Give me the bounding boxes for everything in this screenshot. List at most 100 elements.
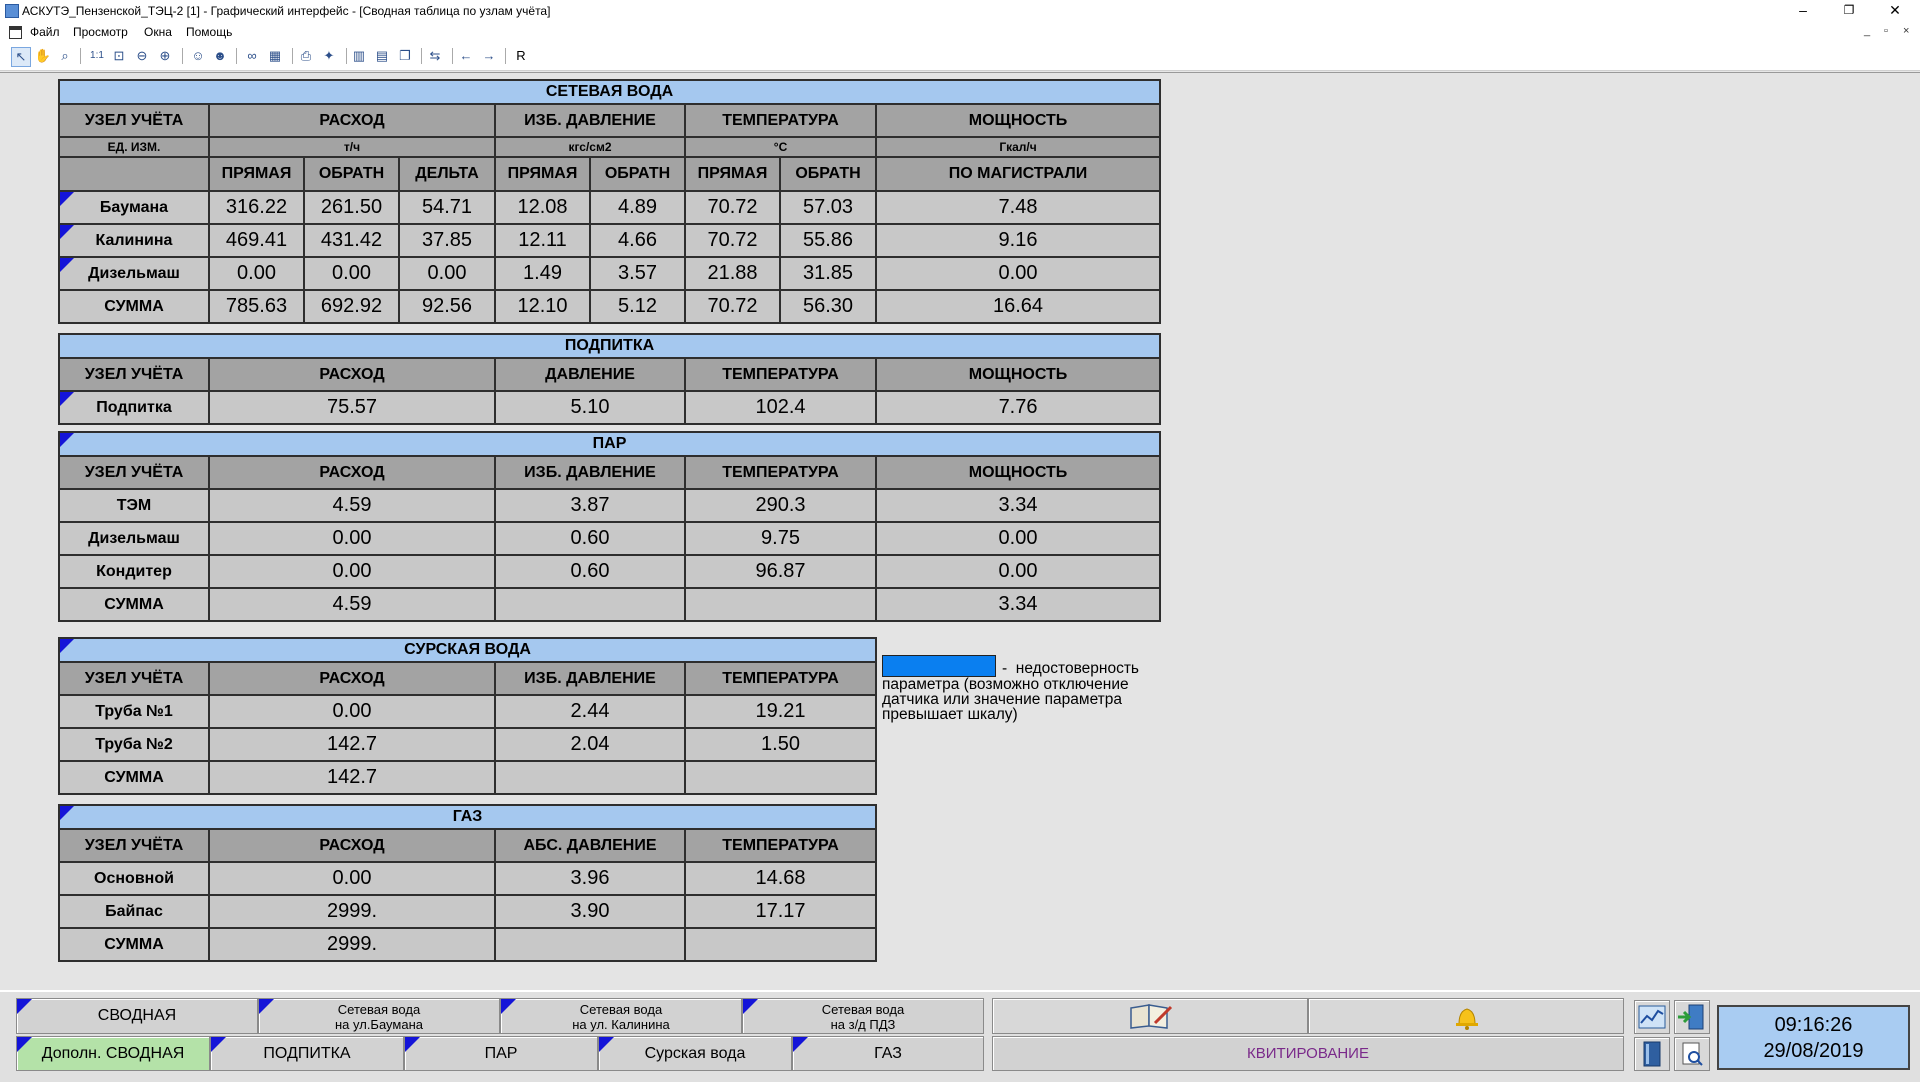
zoom-fit-icon[interactable]: ⊡ <box>110 47 128 65</box>
reports-button[interactable] <box>1634 1037 1670 1071</box>
unit-pressure: кгс/см2 <box>494 136 686 158</box>
steam-table: ПАР УЗЕЛ УЧЁТА РАСХОД ИЗБ. ДАВЛЕНИЕ ТЕМП… <box>57 431 1162 622</box>
mdi-close-button[interactable]: × <box>1903 25 1909 37</box>
value-cell: 4.89 <box>589 190 686 225</box>
tile-horizontal-icon[interactable]: ▤ <box>373 47 391 65</box>
zoom-out-icon[interactable]: ⊖ <box>133 47 151 65</box>
row-name-cell: СУММА <box>58 927 210 962</box>
column-header-temperature: ТЕМПЕРАТУРА <box>683 661 878 696</box>
row-name-cell: Труба №2 <box>58 727 210 762</box>
nav-net-kalinina-button[interactable]: Сетевая вода на ул. Калинина <box>500 998 742 1034</box>
mdi-minimize-button[interactable]: _ <box>1864 25 1870 37</box>
menu-file[interactable]: Файл <box>30 25 60 39</box>
nav-net-pdz-button[interactable]: Сетевая вода на з/д ПДЗ <box>742 998 984 1034</box>
status-flag-icon <box>60 639 74 653</box>
row-name-cell[interactable]: Калинина <box>58 223 210 258</box>
value-cell: 9.75 <box>684 521 877 556</box>
steam-title: ПАР <box>592 435 627 452</box>
close-button[interactable]: ✕ <box>1872 0 1918 22</box>
value-cell: 5.12 <box>589 289 686 324</box>
row-name-cell[interactable]: Подпитка <box>58 390 210 425</box>
unit-power: Гкал/ч <box>874 136 1162 158</box>
value-cell: 469.41 <box>208 223 305 258</box>
gas-title-cell[interactable]: ГАЗ <box>57 804 878 830</box>
status-flag-icon <box>60 392 74 406</box>
print-icon[interactable]: ⎙ <box>297 47 315 65</box>
value-cell: 12.08 <box>494 190 591 225</box>
user-search-icon[interactable]: ☺ <box>189 47 207 65</box>
binoculars-icon[interactable]: ∞ <box>243 47 261 65</box>
column-header-power: МОЩНОСТЬ <box>874 455 1162 490</box>
status-flag-icon <box>211 1037 226 1052</box>
table-row: Подпитка 75.57 5.10 102.4 7.76 <box>58 390 1162 425</box>
trend-button[interactable] <box>1634 1000 1670 1034</box>
zoom-in-icon[interactable]: ⊕ <box>156 47 174 65</box>
status-flag-icon <box>405 1037 420 1052</box>
zoom-actual-size-icon[interactable]: 1:1 <box>88 47 106 65</box>
nav-net-baumana-button[interactable]: Сетевая вода на ул.Баумана <box>258 998 500 1034</box>
row-name: Баумана <box>99 198 169 216</box>
calculator-icon[interactable]: ▦ <box>266 47 284 65</box>
table-row: Труба №1 0.00 2.44 19.21 <box>58 694 878 729</box>
journal-button[interactable] <box>992 998 1308 1034</box>
pointer-icon[interactable]: ↖ <box>11 47 31 67</box>
net-water-table: СЕТЕВАЯ ВОДА УЗЕЛ УЧЁТА РАСХОД ИЗБ. ДАВЛ… <box>57 79 1162 324</box>
menu-windows[interactable]: Окна <box>144 25 172 39</box>
lightbulb-icon[interactable]: ✦ <box>320 47 338 65</box>
document-system-icon[interactable] <box>9 26 22 39</box>
value-cell: 70.72 <box>684 289 781 324</box>
forward-arrow-icon[interactable]: → <box>480 47 498 65</box>
mdi-restore-button[interactable]: ▫ <box>1884 25 1888 37</box>
row-name-cell[interactable]: Баумана <box>58 190 210 225</box>
acknowledge-button[interactable]: КВИТИРОВАНИЕ <box>992 1036 1624 1071</box>
switch-window-icon[interactable]: ⇆ <box>426 47 444 65</box>
subheader-flow-direct: ПРЯМАЯ <box>208 156 305 192</box>
journal-icon <box>1130 1004 1173 1029</box>
row-name-cell[interactable]: Дизельмаш <box>58 256 210 291</box>
nav-gas-button[interactable]: ГАЗ <box>792 1036 984 1071</box>
column-header-node: УЗЕЛ УЧЁТА <box>58 661 210 696</box>
menu-view[interactable]: Просмотр <box>73 25 128 39</box>
nav-makeup-button[interactable]: ПОДПИТКА <box>210 1036 404 1071</box>
user-settings-icon[interactable]: ☻ <box>211 47 229 65</box>
preview-button[interactable] <box>1674 1037 1710 1071</box>
table-row: Дизельмаш 0.00 0.00 0.00 1.49 3.57 21.88… <box>58 256 1162 291</box>
refresh-r-button[interactable]: R <box>512 47 530 65</box>
tile-vertical-icon[interactable]: ▥ <box>350 47 368 65</box>
value-cell: 92.56 <box>398 289 496 324</box>
restore-button[interactable]: ❐ <box>1826 0 1872 22</box>
back-arrow-icon[interactable]: ← <box>457 47 475 65</box>
status-flag-icon <box>60 192 74 206</box>
value-cell: 0.00 <box>208 694 496 729</box>
nav-sura-button[interactable]: Сурская вода <box>598 1036 792 1071</box>
row-name-cell: Дизельмаш <box>58 521 210 556</box>
unit-temperature: °С <box>684 136 877 158</box>
value-cell: 2.04 <box>494 727 686 762</box>
value-cell: 3.34 <box>874 488 1162 523</box>
table-row: Калинина 469.41 431.42 37.85 12.11 4.66 … <box>58 223 1162 258</box>
value-cell: 14.68 <box>683 861 878 896</box>
alarm-button[interactable] <box>1308 998 1624 1034</box>
title-bar: АСКУТЭ_Пензенской_ТЭЦ-2 [1] - Графически… <box>0 0 1920 22</box>
steam-title-cell[interactable]: ПАР <box>57 431 1162 457</box>
nav-extra-summary-button[interactable]: Дополн. СВОДНАЯ <box>16 1036 210 1071</box>
sura-title-cell[interactable]: СУРСКАЯ ВОДА <box>57 637 878 663</box>
nav-steam-button[interactable]: ПАР <box>404 1036 598 1071</box>
hand-icon[interactable]: ✋ <box>34 47 52 65</box>
toolbar-separator <box>452 48 453 64</box>
status-flag-icon <box>17 1037 32 1052</box>
exit-button[interactable] <box>1674 1000 1710 1034</box>
minimize-button[interactable]: – <box>1780 0 1826 22</box>
cascade-icon[interactable]: ❐ <box>396 47 414 65</box>
nav-summary-button[interactable]: СВОДНАЯ <box>16 998 258 1034</box>
value-cell: 37.85 <box>398 223 496 258</box>
value-cell: 56.30 <box>779 289 877 324</box>
row-name-cell: Байпас <box>58 894 210 929</box>
nav-sura-label: Сурская вода <box>644 1045 746 1062</box>
magnifier-icon[interactable]: ⌕ <box>56 47 74 65</box>
subheader-pressure-return: ОБРАТН <box>589 156 686 192</box>
value-cell: 75.57 <box>208 390 496 425</box>
menu-help[interactable]: Помощь <box>186 25 232 39</box>
table-row: ТЭМ 4.59 3.87 290.3 3.34 <box>58 488 1162 523</box>
makeup-table: ПОДПИТКА УЗЕЛ УЧЁТА РАСХОД ДАВЛЕНИЕ ТЕМП… <box>57 333 1162 425</box>
